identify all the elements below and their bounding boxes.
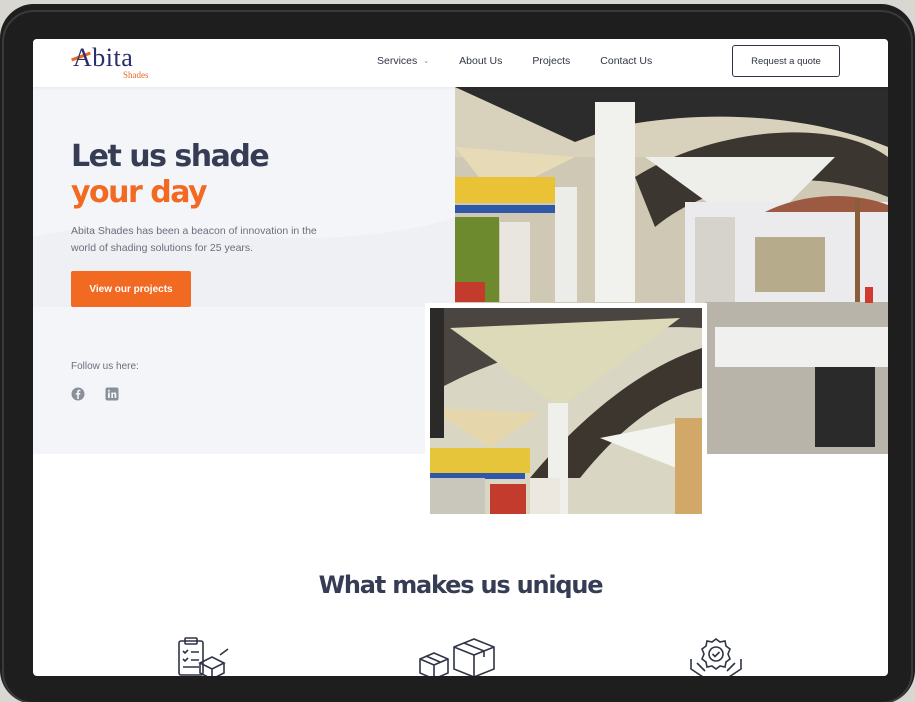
hero-heading: Let us shade your day	[71, 139, 270, 211]
chevron-down-icon: ⌄	[423, 58, 430, 65]
hero-heading-line1: Let us shade	[71, 139, 270, 174]
nav-item-label: Projects	[532, 55, 571, 67]
top-navbar: Abita Shades Services ⌄ About Us Project…	[33, 39, 888, 87]
logo-tagline: Shades	[123, 70, 149, 80]
linkedin-icon[interactable]	[105, 387, 119, 401]
nav-item-label: Contact Us	[600, 55, 653, 67]
request-quote-button[interactable]: Request a quote	[732, 45, 840, 77]
award-hands-icon	[690, 638, 742, 676]
follow-label: Follow us here:	[71, 361, 139, 372]
hero-description: Abita Shades has been a beacon of innova…	[71, 225, 317, 254]
logo-wordmark: Abita	[73, 43, 134, 72]
shade-sails-closeup-image	[430, 308, 702, 514]
boxes-icon	[419, 638, 495, 676]
nav-item-projects[interactable]: Projects	[532, 55, 570, 67]
website-screen: Abita Shades Services ⌄ About Us Project…	[33, 39, 888, 676]
nav-item-label: About Us	[459, 55, 503, 67]
nav-item-services[interactable]: Services ⌄	[377, 55, 429, 67]
view-projects-button[interactable]: View our projects	[71, 271, 191, 307]
nav-item-label: Services	[377, 55, 418, 67]
brand-logo[interactable]: Abita Shades	[71, 43, 163, 83]
hero-photo-overlay	[425, 303, 707, 519]
facebook-icon[interactable]	[71, 387, 85, 401]
clipboard-box-icon	[178, 637, 229, 676]
hero-heading-accent: your day	[71, 175, 208, 210]
overlay-photo-frame	[430, 308, 702, 514]
nav-links: Services ⌄ About Us Projects Contact Us	[377, 55, 682, 67]
nav-item-about[interactable]: About Us	[459, 55, 502, 67]
nav-item-contact[interactable]: Contact Us	[600, 55, 652, 67]
unique-section-title: What makes us unique	[318, 571, 604, 599]
